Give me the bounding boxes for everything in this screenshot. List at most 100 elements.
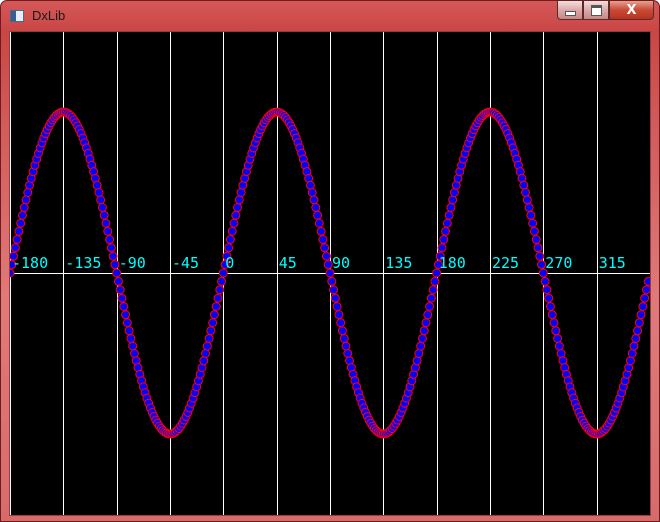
data-point bbox=[339, 333, 349, 343]
data-point bbox=[16, 218, 26, 228]
window-app-icon bbox=[10, 10, 24, 22]
data-point bbox=[549, 318, 559, 328]
data-point bbox=[318, 235, 328, 245]
data-point bbox=[202, 341, 212, 351]
data-point bbox=[224, 243, 234, 253]
data-point bbox=[119, 301, 129, 311]
data-point bbox=[535, 251, 545, 261]
data-point bbox=[332, 301, 342, 311]
data-point bbox=[437, 243, 447, 253]
data-point bbox=[554, 341, 564, 351]
data-point bbox=[627, 349, 637, 358]
data-point bbox=[122, 318, 132, 328]
data-point bbox=[14, 226, 24, 236]
minimize-icon bbox=[564, 10, 576, 16]
tick-label-0: -180 bbox=[12, 254, 48, 272]
data-point bbox=[209, 310, 219, 320]
data-point bbox=[430, 276, 440, 286]
data-point bbox=[337, 326, 347, 336]
data-point bbox=[414, 349, 424, 358]
data-point bbox=[640, 293, 650, 303]
data-point bbox=[17, 210, 27, 220]
data-point bbox=[448, 195, 458, 205]
data-point bbox=[329, 285, 339, 295]
data-point bbox=[115, 285, 125, 295]
data-point bbox=[442, 218, 452, 228]
data-point bbox=[19, 203, 29, 213]
data-point bbox=[201, 349, 211, 358]
data-point bbox=[117, 293, 127, 303]
data-point bbox=[540, 276, 550, 286]
data-point bbox=[638, 301, 648, 311]
data-point bbox=[419, 326, 429, 336]
tick-label-1: -135 bbox=[65, 254, 101, 272]
tick-labels: -180 -135 -90 -45 0 45 90 135 180 225 270 315 bbox=[12, 254, 626, 272]
data-point bbox=[417, 333, 427, 343]
data-point bbox=[444, 210, 454, 220]
data-point bbox=[316, 226, 326, 236]
data-point bbox=[129, 349, 139, 358]
data-point bbox=[522, 195, 532, 205]
data-point bbox=[204, 333, 214, 343]
data-point bbox=[234, 195, 244, 205]
app-window: DxLib X -180 -135 -90 -45 0 45 90 135 180 225 270 3… bbox=[0, 0, 660, 522]
data-point bbox=[314, 218, 324, 228]
minimize-button[interactable] bbox=[557, 1, 583, 20]
maximize-button[interactable] bbox=[583, 1, 609, 20]
data-point bbox=[12, 235, 22, 245]
data-point bbox=[425, 301, 435, 311]
data-point bbox=[213, 293, 223, 303]
tick-label-9: 225 bbox=[492, 254, 519, 272]
data-point bbox=[23, 188, 33, 197]
data-point bbox=[208, 318, 218, 328]
data-point bbox=[96, 195, 106, 205]
tick-label-5: 45 bbox=[279, 254, 297, 272]
data-point bbox=[305, 180, 315, 190]
data-point bbox=[544, 293, 554, 303]
data-point bbox=[327, 276, 337, 286]
data-point bbox=[643, 276, 650, 286]
data-point bbox=[126, 333, 136, 343]
tick-label-8: 180 bbox=[439, 254, 466, 272]
data-point bbox=[121, 310, 131, 320]
data-point bbox=[341, 341, 351, 351]
data-point bbox=[449, 188, 459, 197]
data-point bbox=[529, 226, 539, 236]
title-bar[interactable]: DxLib X bbox=[1, 1, 659, 31]
window-title: DxLib bbox=[32, 8, 66, 23]
data-point bbox=[547, 310, 557, 320]
data-point bbox=[519, 180, 529, 190]
data-point bbox=[215, 285, 225, 295]
data-point bbox=[553, 333, 563, 343]
data-point bbox=[320, 243, 330, 253]
data-point bbox=[225, 235, 235, 245]
data-point bbox=[321, 251, 331, 261]
data-point bbox=[542, 285, 552, 295]
data-point bbox=[528, 218, 538, 228]
tick-label-4: 0 bbox=[225, 254, 234, 272]
close-icon: X bbox=[626, 2, 637, 18]
maximize-icon bbox=[590, 4, 602, 16]
data-point bbox=[336, 318, 346, 328]
data-point bbox=[124, 326, 134, 336]
data-point bbox=[92, 180, 102, 190]
data-point bbox=[206, 326, 216, 336]
data-point bbox=[625, 356, 635, 366]
data-point bbox=[309, 195, 319, 205]
data-point bbox=[423, 310, 433, 320]
data-point bbox=[634, 318, 644, 328]
tick-label-2: -90 bbox=[119, 254, 146, 272]
data-point bbox=[128, 341, 138, 351]
data-point bbox=[311, 203, 321, 213]
sine-plot: -180 -135 -90 -45 0 45 90 135 180 225 270 315 bbox=[10, 32, 650, 515]
data-point bbox=[211, 301, 221, 311]
data-point bbox=[556, 349, 566, 358]
close-button[interactable]: X bbox=[609, 1, 654, 20]
data-point bbox=[334, 310, 344, 320]
data-point bbox=[526, 210, 536, 220]
data-point bbox=[113, 276, 123, 286]
data-point bbox=[636, 310, 646, 320]
data-point bbox=[521, 188, 531, 197]
data-point bbox=[426, 293, 436, 303]
data-point bbox=[21, 195, 31, 205]
